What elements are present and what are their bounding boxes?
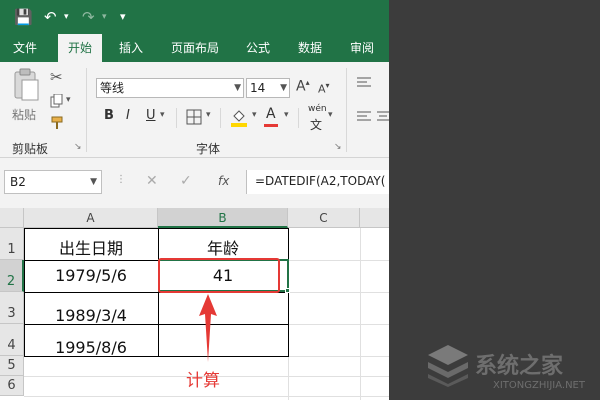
ribbon-tabs: 文件 开始 插入 页面布局 公式 数据 审阅	[0, 34, 389, 62]
font-size-value: 14	[250, 81, 266, 95]
select-all-corner[interactable]	[0, 208, 24, 228]
annotation-label: 计算	[186, 371, 220, 391]
format-painter-icon[interactable]	[50, 116, 64, 130]
bold-button[interactable]: B	[104, 108, 114, 123]
formula-input[interactable]: =DATEDIF(A2,TODAY(	[246, 170, 389, 194]
resize-dots-icon[interactable]: ⋮	[116, 174, 126, 185]
column-header-d[interactable]	[360, 208, 389, 228]
redo-icon[interactable]: ↷	[82, 7, 95, 27]
chevron-down-icon: ▼	[234, 83, 241, 93]
enter-icon[interactable]: ✓	[180, 173, 192, 189]
font-group-label: 字体	[196, 142, 221, 156]
copy-dropdown-icon[interactable]: ▾	[66, 95, 71, 105]
cell-a4[interactable]: 1995/8/6	[24, 324, 158, 357]
formula-text: =DATEDIF(A2,TODAY(	[255, 174, 386, 188]
tab-formulas[interactable]: 公式	[236, 34, 280, 62]
clipboard-group-label: 剪贴板	[12, 142, 49, 156]
group-divider	[220, 108, 221, 128]
font-color-swatch	[264, 124, 278, 127]
borders-icon[interactable]	[186, 109, 202, 125]
align-top-icon[interactable]	[356, 76, 372, 88]
insert-function-button[interactable]: fx	[218, 174, 229, 188]
cell-a1[interactable]: 出生日期	[24, 228, 158, 260]
cell-b1[interactable]: 年龄	[158, 228, 288, 260]
borders-dropdown-icon[interactable]: ▾	[206, 110, 211, 120]
chevron-down-icon: ▼	[90, 177, 97, 187]
watermark-logo-icon	[428, 345, 468, 387]
formula-bar: B2 ▼ ⋮ ✕ ✓ fx =DATEDIF(A2,TODAY(	[0, 158, 389, 208]
undo-icon[interactable]: ↶	[44, 7, 57, 27]
row-header-3[interactable]: 3	[0, 292, 24, 324]
font-size-select[interactable]: 14 ▼	[246, 78, 290, 98]
underline-dropdown-icon[interactable]: ▾	[160, 110, 165, 120]
phonetic-guide-bottom[interactable]: 文	[310, 116, 322, 133]
fill-color-icon[interactable]	[230, 108, 248, 128]
phonetic-guide-top[interactable]: wén	[308, 104, 327, 114]
background-panel	[389, 0, 600, 400]
tab-file[interactable]: 文件	[2, 34, 48, 62]
ribbon: 粘贴 ✂ ▾ 剪贴板 ↘ 等线 ▼ 14 ▼ A▴ A▾ B I U ▾ ▾ ▾…	[0, 62, 389, 158]
cell-a3[interactable]: 1989/3/4	[24, 292, 158, 325]
column-header-a[interactable]: A	[24, 208, 158, 228]
gridline	[24, 396, 389, 397]
fill-handle[interactable]	[285, 288, 290, 293]
name-box[interactable]: B2 ▼	[4, 170, 102, 194]
align-left-icon[interactable]	[356, 110, 372, 122]
watermark-name: 系统之家	[475, 354, 564, 379]
align-center-icon[interactable]	[376, 110, 389, 122]
customize-toolbar-icon[interactable]: ▾	[120, 7, 126, 27]
copy-icon[interactable]	[50, 94, 64, 108]
phonetic-dropdown-icon[interactable]: ▾	[328, 110, 333, 120]
highlight-box	[158, 258, 280, 293]
cell-a2[interactable]: 1979/5/6	[24, 260, 158, 292]
gridline	[360, 228, 361, 400]
underline-button[interactable]: U	[146, 108, 156, 123]
tab-home[interactable]: 开始	[58, 34, 102, 62]
undo-dropdown-icon[interactable]: ▾	[64, 7, 69, 27]
row-header-1[interactable]: 1	[0, 228, 24, 260]
font-launcher-icon[interactable]: ↘	[334, 142, 342, 152]
cancel-icon[interactable]: ✕	[146, 173, 158, 189]
tab-data[interactable]: 数据	[288, 34, 332, 62]
name-box-value: B2	[10, 175, 26, 189]
row-header-6[interactable]: 6	[0, 376, 24, 396]
row-header-2[interactable]: 2	[0, 260, 24, 292]
excel-window: 💾 ↶ ▾ ↷ ▾ ▾ 文件 开始 插入 页面布局 公式 数据 审阅 粘贴 ✂ …	[0, 0, 389, 400]
group-divider	[176, 108, 177, 128]
cut-icon[interactable]: ✂	[50, 68, 63, 86]
clipboard-launcher-icon[interactable]: ↘	[74, 142, 82, 152]
tab-page-layout[interactable]: 页面布局	[162, 34, 228, 62]
font-name-select[interactable]: 等线 ▼	[96, 78, 244, 98]
annotation-arrow-icon	[199, 294, 217, 362]
chevron-down-icon: ▼	[280, 83, 287, 93]
redo-dropdown-icon[interactable]: ▾	[102, 7, 107, 27]
font-color-button[interactable]: A	[266, 106, 276, 122]
quick-access-toolbar: 💾 ↶ ▾ ↷ ▾ ▾	[0, 0, 389, 34]
group-divider	[86, 68, 87, 152]
italic-button[interactable]: I	[126, 108, 130, 123]
fill-color-dropdown-icon[interactable]: ▾	[252, 110, 257, 120]
font-color-dropdown-icon[interactable]: ▾	[284, 110, 289, 120]
font-name-value: 等线	[100, 81, 125, 95]
column-header-c[interactable]: C	[288, 208, 360, 228]
paste-icon[interactable]	[12, 68, 40, 102]
group-divider	[298, 108, 299, 128]
paste-label[interactable]: 粘贴	[12, 106, 36, 123]
increase-font-icon[interactable]: A▴	[296, 78, 310, 95]
save-icon[interactable]: 💾	[14, 7, 33, 27]
tab-insert[interactable]: 插入	[108, 34, 154, 62]
decrease-font-icon[interactable]: A▾	[318, 81, 330, 96]
tab-review[interactable]: 审阅	[340, 34, 384, 62]
column-header-b[interactable]: B	[158, 208, 288, 228]
watermark-url: XITONGZHIJIA.NET	[493, 380, 585, 391]
row-header-4[interactable]: 4	[0, 324, 24, 356]
group-divider	[346, 68, 347, 152]
row-header-5[interactable]: 5	[0, 356, 24, 376]
